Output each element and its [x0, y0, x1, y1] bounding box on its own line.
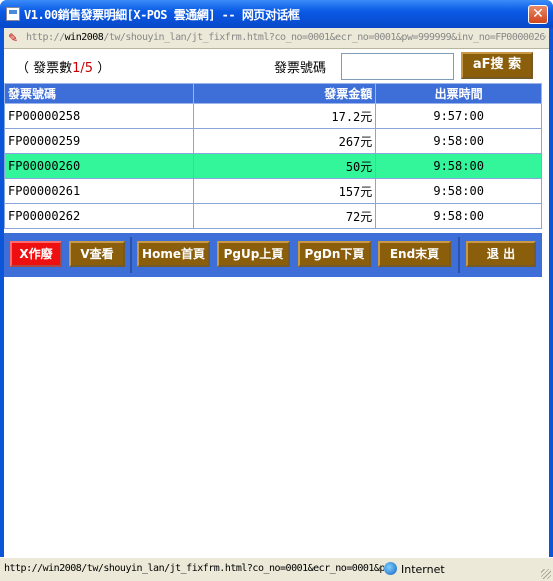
table-row[interactable]: FP00000260 50元 9:58:00	[4, 153, 542, 179]
search-label: 發票號碼	[274, 61, 327, 76]
address-bar: ✎ http://win2008/tw/shouyin_lan/jt_fixfr…	[4, 28, 549, 49]
cell-amount: 50元	[192, 153, 377, 179]
address-text: http://win2008/tw/shouyin_lan/jt_fixfrm.…	[26, 32, 546, 43]
cell-invoice-no: FP00000258	[4, 103, 194, 129]
resize-grip-icon[interactable]	[541, 569, 551, 579]
table-row[interactable]: FP00000262 72元 9:58:00	[4, 203, 542, 229]
cell-time: 9:57:00	[375, 103, 542, 129]
cell-invoice-no: FP00000259	[4, 128, 194, 154]
search-button[interactable]: aF搜 索	[461, 52, 533, 79]
col-header-time[interactable]: 出票時間	[375, 83, 542, 104]
status-bar: http://win2008/tw/shouyin_lan/jt_fixfrm.…	[0, 557, 553, 581]
cell-time: 9:58:00	[375, 203, 542, 229]
action-toolbar: X作廢 V查看 Home首頁 PgUp上頁 PgDn下頁 End末頁 退 出	[4, 233, 542, 277]
toolbar-divider	[130, 237, 132, 273]
close-button[interactable]: ✕	[528, 5, 548, 24]
cell-amount: 157元	[192, 178, 377, 204]
status-url: http://win2008/tw/shouyin_lan/jt_fixfrm.…	[4, 563, 384, 574]
cell-time: 9:58:00	[375, 128, 542, 154]
toolbar-divider	[458, 237, 460, 273]
cell-invoice-no: FP00000262	[4, 203, 194, 229]
void-button[interactable]: X作廢	[10, 241, 62, 267]
end-button[interactable]: End末頁	[378, 241, 451, 267]
invoice-search-input[interactable]	[341, 53, 454, 80]
table-row[interactable]: FP00000258 17.2元 9:57:00	[4, 103, 542, 129]
pgdn-button[interactable]: PgDn下頁	[298, 241, 371, 267]
invoice-count: （ 發票數1/5 ）	[16, 61, 111, 76]
title-bar[interactable]: V1.00銷售發票明細[X-POS 雲通網] -- 网页对话框 ✕	[0, 0, 553, 28]
table-row[interactable]: FP00000261 157元 9:58:00	[4, 178, 542, 204]
window-title: V1.00銷售發票明細[X-POS 雲通網] -- 网页对话框	[24, 8, 300, 22]
globe-icon	[384, 562, 397, 575]
cell-amount: 17.2元	[192, 103, 377, 129]
pgup-button[interactable]: PgUp上頁	[217, 241, 290, 267]
cell-amount: 267元	[192, 128, 377, 154]
cell-time: 9:58:00	[375, 178, 542, 204]
page-icon: ✎	[8, 31, 19, 45]
col-header-amount[interactable]: 發票金額	[192, 83, 377, 104]
invoice-table: 發票號碼 發票金額 出票時間 FP00000258 17.2元 9:57:00 FP0…	[4, 83, 542, 229]
cell-amount: 72元	[192, 203, 377, 229]
cell-invoice-no: FP00000260	[4, 153, 194, 179]
dialog-window: V1.00銷售發票明細[X-POS 雲通網] -- 网页对话框 ✕ ✎ http…	[0, 0, 553, 581]
security-zone: Internet	[384, 562, 445, 576]
home-button[interactable]: Home首頁	[137, 241, 210, 267]
dialog-content: （ 發票數1/5 ） 發票號碼 aF搜 索 發票號碼 發票金額 出票時間 FP0…	[4, 49, 549, 557]
col-header-invoice[interactable]: 發票號碼	[4, 83, 194, 104]
view-button[interactable]: V查看	[69, 241, 125, 267]
cell-invoice-no: FP00000261	[4, 178, 194, 204]
page-indicator: 1/5	[72, 61, 94, 76]
table-header-row: 發票號碼 發票金額 出票時間	[4, 83, 542, 104]
cell-time: 9:58:00	[375, 153, 542, 179]
window-icon	[6, 7, 20, 21]
table-row[interactable]: FP00000259 267元 9:58:00	[4, 128, 542, 154]
exit-button[interactable]: 退 出	[466, 241, 536, 267]
